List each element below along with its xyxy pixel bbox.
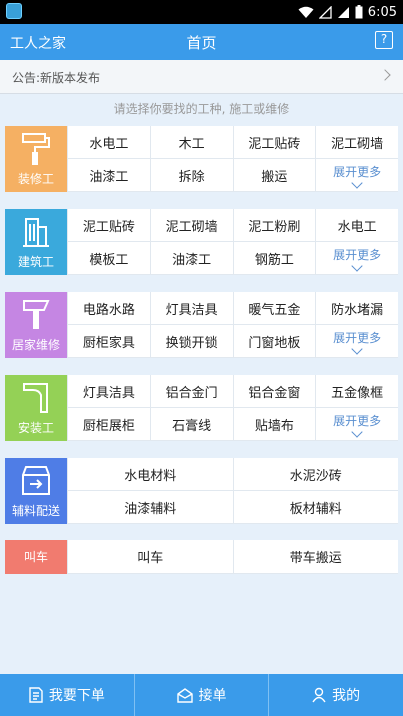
category-label: 建筑工 — [17, 255, 54, 269]
material-item[interactable]: 水泥沙砖 — [232, 458, 398, 491]
bottom-tab-bar: 我要下单 接单 我的 — [0, 674, 403, 716]
app-notification-icon — [6, 3, 22, 19]
status-bar: 6:05 — [0, 0, 403, 24]
category-home-repair[interactable]: 居家维修 — [5, 292, 67, 358]
trade-item[interactable]: 油漆工 — [67, 159, 150, 192]
signal-icon — [337, 6, 349, 18]
trade-item[interactable]: 泥工砌墙 — [315, 126, 398, 159]
expand-more-button[interactable]: 展开更多 — [315, 408, 398, 441]
category-card-call-vehicle: 叫车 叫车 带车搬运 — [5, 540, 398, 574]
trade-item[interactable]: 模板工 — [67, 242, 150, 275]
trade-item[interactable]: 油漆工 — [149, 242, 233, 275]
building-icon — [23, 218, 49, 247]
trade-item[interactable]: 拆除 — [149, 159, 233, 192]
prompt-text: 请选择你要找的工种, 施工或维修 — [113, 102, 290, 116]
user-icon — [312, 687, 326, 703]
signal-off-icon — [318, 5, 332, 19]
trade-item[interactable]: 铝合金窗 — [232, 375, 316, 408]
tab-label: 我要下单 — [48, 688, 105, 704]
trade-item[interactable]: 厨柜展柜 — [67, 408, 150, 441]
trade-item[interactable]: 暖气五金 — [232, 292, 316, 325]
help-icon[interactable]: ? — [375, 31, 393, 49]
category-decoration[interactable]: 装修工 — [5, 126, 67, 192]
hammer-icon — [23, 300, 50, 329]
category-call-vehicle[interactable]: 叫车 — [5, 540, 67, 574]
material-item[interactable]: 水电材料 — [67, 458, 233, 491]
document-icon — [29, 687, 43, 703]
expand-more-button[interactable]: 展开更多 — [315, 325, 398, 358]
announcement-text: 公告:新版本发布 — [12, 71, 101, 85]
chevron-right-icon — [379, 69, 391, 81]
category-label: 居家维修 — [11, 338, 60, 352]
trade-item[interactable]: 水电工 — [315, 209, 398, 242]
tab-accept-order[interactable]: 接单 — [135, 674, 270, 716]
inbox-icon — [176, 687, 193, 703]
trade-item[interactable]: 贴墙布 — [232, 408, 316, 441]
delivery-box-icon — [22, 466, 50, 495]
category-label: 装修工 — [17, 172, 54, 186]
trade-item[interactable]: 泥工粉刷 — [232, 209, 316, 242]
material-item[interactable]: 板材辅料 — [232, 491, 398, 524]
trade-item[interactable]: 灯具洁具 — [67, 375, 150, 408]
trade-item[interactable]: 门窗地板 — [232, 325, 316, 358]
vehicle-item[interactable]: 带车搬运 — [232, 540, 398, 574]
trade-item[interactable]: 电路水路 — [67, 292, 150, 325]
trade-item[interactable]: 搬运 — [232, 159, 316, 192]
category-card-decoration: 装修工 水电工 木工 泥工贴砖 泥工砌墙 油漆工 拆除 搬运 展开更多 — [5, 126, 398, 192]
trade-item[interactable]: 五金像框 — [315, 375, 398, 408]
trade-item[interactable]: 木工 — [149, 126, 233, 159]
tab-label: 我的 — [332, 688, 361, 704]
wifi-icon — [298, 6, 314, 18]
trade-item[interactable]: 泥工砌墙 — [149, 209, 233, 242]
system-tray: 6:05 — [298, 3, 397, 21]
trade-item[interactable]: 钢筋工 — [232, 242, 316, 275]
category-card-material-delivery: 辅料配送 水电材料 水泥沙砖 油漆辅料 板材辅料 — [5, 458, 398, 524]
category-label: 辅料配送 — [11, 504, 60, 518]
category-card-home-repair: 居家维修 电路水路 灯具洁具 暖气五金 防水堵漏 厨柜家具 换锁开锁 门窗地板 … — [5, 292, 398, 358]
page-title: 首页 — [186, 34, 217, 52]
category-card-construction: 建筑工 泥工贴砖 泥工砌墙 泥工粉刷 水电工 模板工 油漆工 钢筋工 展开更多 — [5, 209, 398, 275]
tab-place-order[interactable]: 我要下单 — [0, 674, 135, 716]
trade-item[interactable]: 铝合金门 — [149, 375, 233, 408]
category-construction[interactable]: 建筑工 — [5, 209, 67, 275]
expand-more-button[interactable]: 展开更多 — [315, 242, 398, 275]
title-bar: 工人之家 首页 ? — [0, 24, 403, 60]
category-label: 安装工 — [17, 421, 54, 435]
pipe-icon — [23, 383, 48, 413]
category-card-installation: 安装工 灯具洁具 铝合金门 铝合金窗 五金像框 厨柜展柜 石膏线 贴墙布 展开更… — [5, 375, 398, 441]
vehicle-item[interactable]: 叫车 — [67, 540, 233, 574]
trade-item[interactable]: 水电工 — [67, 126, 150, 159]
category-material-delivery[interactable]: 辅料配送 — [5, 458, 67, 524]
material-item[interactable]: 油漆辅料 — [67, 491, 233, 524]
trade-item[interactable]: 灯具洁具 — [149, 292, 233, 325]
trade-item[interactable]: 泥工贴砖 — [232, 126, 316, 159]
category-installation[interactable]: 安装工 — [5, 375, 67, 441]
expand-more-button[interactable]: 展开更多 — [315, 159, 398, 192]
announcement-bar[interactable]: 公告:新版本发布 — [0, 60, 403, 94]
trade-item[interactable]: 厨柜家具 — [67, 325, 150, 358]
tab-label: 接单 — [198, 688, 227, 704]
paint-roller-icon — [22, 133, 50, 165]
battery-icon — [355, 5, 363, 19]
trade-item[interactable]: 石膏线 — [149, 408, 233, 441]
tab-mine[interactable]: 我的 — [269, 674, 403, 716]
trade-item[interactable]: 泥工贴砖 — [67, 209, 150, 242]
trade-item[interactable]: 换锁开锁 — [149, 325, 233, 358]
trade-item[interactable]: 防水堵漏 — [315, 292, 398, 325]
clock-time: 6:05 — [367, 4, 397, 20]
category-label: 叫车 — [23, 550, 48, 564]
